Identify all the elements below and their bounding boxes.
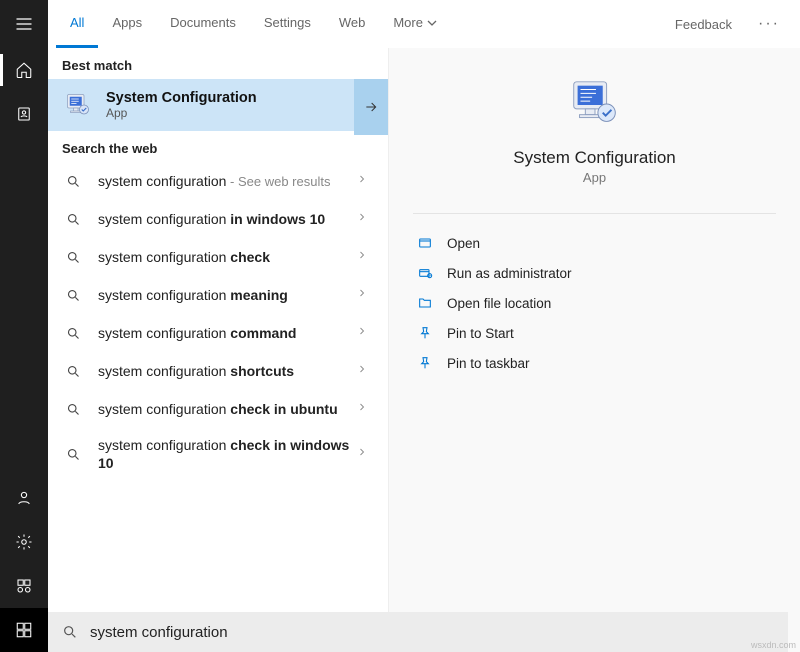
results-list: Best match System Configuration [48,48,388,652]
details-app-icon [566,76,624,134]
search-icon [62,288,84,303]
chevron-right-icon [356,210,374,228]
divider [413,213,776,214]
pin-icon [413,355,437,371]
start-button[interactable] [0,608,48,652]
best-match-item[interactable]: System Configuration App [48,79,388,131]
feedback-link[interactable]: Feedback [661,0,746,48]
best-match-header: Best match [48,48,388,79]
search-icon [62,364,84,379]
chevron-right-icon [356,286,374,304]
chevron-right-icon [356,172,374,190]
web-result[interactable]: system configuration - See web results [48,162,388,200]
chevron-right-icon [356,324,374,342]
search-icon [62,250,84,265]
best-match-sub: App [106,106,374,120]
filter-tabs: All Apps Documents Settings Web More Fee… [48,0,800,48]
chevron-right-icon [356,362,374,380]
open-icon [413,235,437,251]
web-result[interactable]: system configuration check in windows 10 [48,428,388,480]
action-open-location[interactable]: Open file location [401,288,788,318]
web-result-text: system configuration command [98,324,356,342]
tab-web[interactable]: Web [325,0,380,48]
web-result[interactable]: system configuration check in ubuntu [48,390,388,428]
web-result-text: system configuration shortcuts [98,362,356,380]
tab-more[interactable]: More [379,0,451,48]
web-result-text: system configuration in windows 10 [98,210,356,228]
web-result[interactable]: system configuration command [48,314,388,352]
web-result-text: system configuration check in windows 10 [98,436,356,472]
tab-apps[interactable]: Apps [98,0,156,48]
web-result[interactable]: system configuration meaning [48,276,388,314]
search-icon [62,447,84,462]
action-open[interactable]: Open [401,228,788,258]
admin-icon [413,265,437,281]
search-icon [62,326,84,341]
action-run-admin[interactable]: Run as administrator [401,258,788,288]
rail-home[interactable] [0,48,48,92]
search-icon [62,174,84,189]
msconfig-icon [62,89,94,121]
best-match-expand[interactable] [354,79,388,135]
pin-icon [413,325,437,341]
search-icon [62,624,78,640]
options-ellipsis[interactable]: ··· [746,0,792,48]
tab-documents[interactable]: Documents [156,0,250,48]
web-result[interactable]: system configuration shortcuts [48,352,388,390]
web-result-text: system configuration meaning [98,286,356,304]
web-result-text: system configuration - See web results [98,172,356,191]
tab-all[interactable]: All [56,0,98,48]
details-pane: System Configuration App Open Run as adm… [388,48,800,652]
rail-people[interactable] [0,564,48,608]
tab-settings[interactable]: Settings [250,0,325,48]
action-pin-start[interactable]: Pin to Start [401,318,788,348]
search-panel: All Apps Documents Settings Web More Fee… [48,0,800,652]
best-match-title: System Configuration [106,90,374,106]
rail-recent[interactable] [0,92,48,136]
search-input[interactable] [90,624,774,641]
chevron-down-icon [427,18,437,28]
web-result-text: system configuration check in ubuntu [98,400,356,418]
search-icon [62,212,84,227]
details-title: System Configuration [513,148,676,168]
web-result[interactable]: system configuration check [48,238,388,276]
search-bar[interactable] [48,612,788,652]
search-web-header: Search the web [48,131,388,162]
chevron-right-icon [356,248,374,266]
web-result[interactable]: system configuration in windows 10 [48,200,388,238]
chevron-right-icon [356,400,374,418]
search-icon [62,402,84,417]
taskbar-rail [0,0,48,652]
folder-icon [413,295,437,311]
watermark: wsxdn.com [751,640,796,650]
web-result-text: system configuration check [98,248,356,266]
action-pin-taskbar[interactable]: Pin to taskbar [401,348,788,378]
chevron-right-icon [356,445,374,463]
rail-settings[interactable] [0,520,48,564]
details-sub: App [583,170,606,185]
rail-account[interactable] [0,476,48,520]
menu-icon[interactable] [0,0,48,48]
